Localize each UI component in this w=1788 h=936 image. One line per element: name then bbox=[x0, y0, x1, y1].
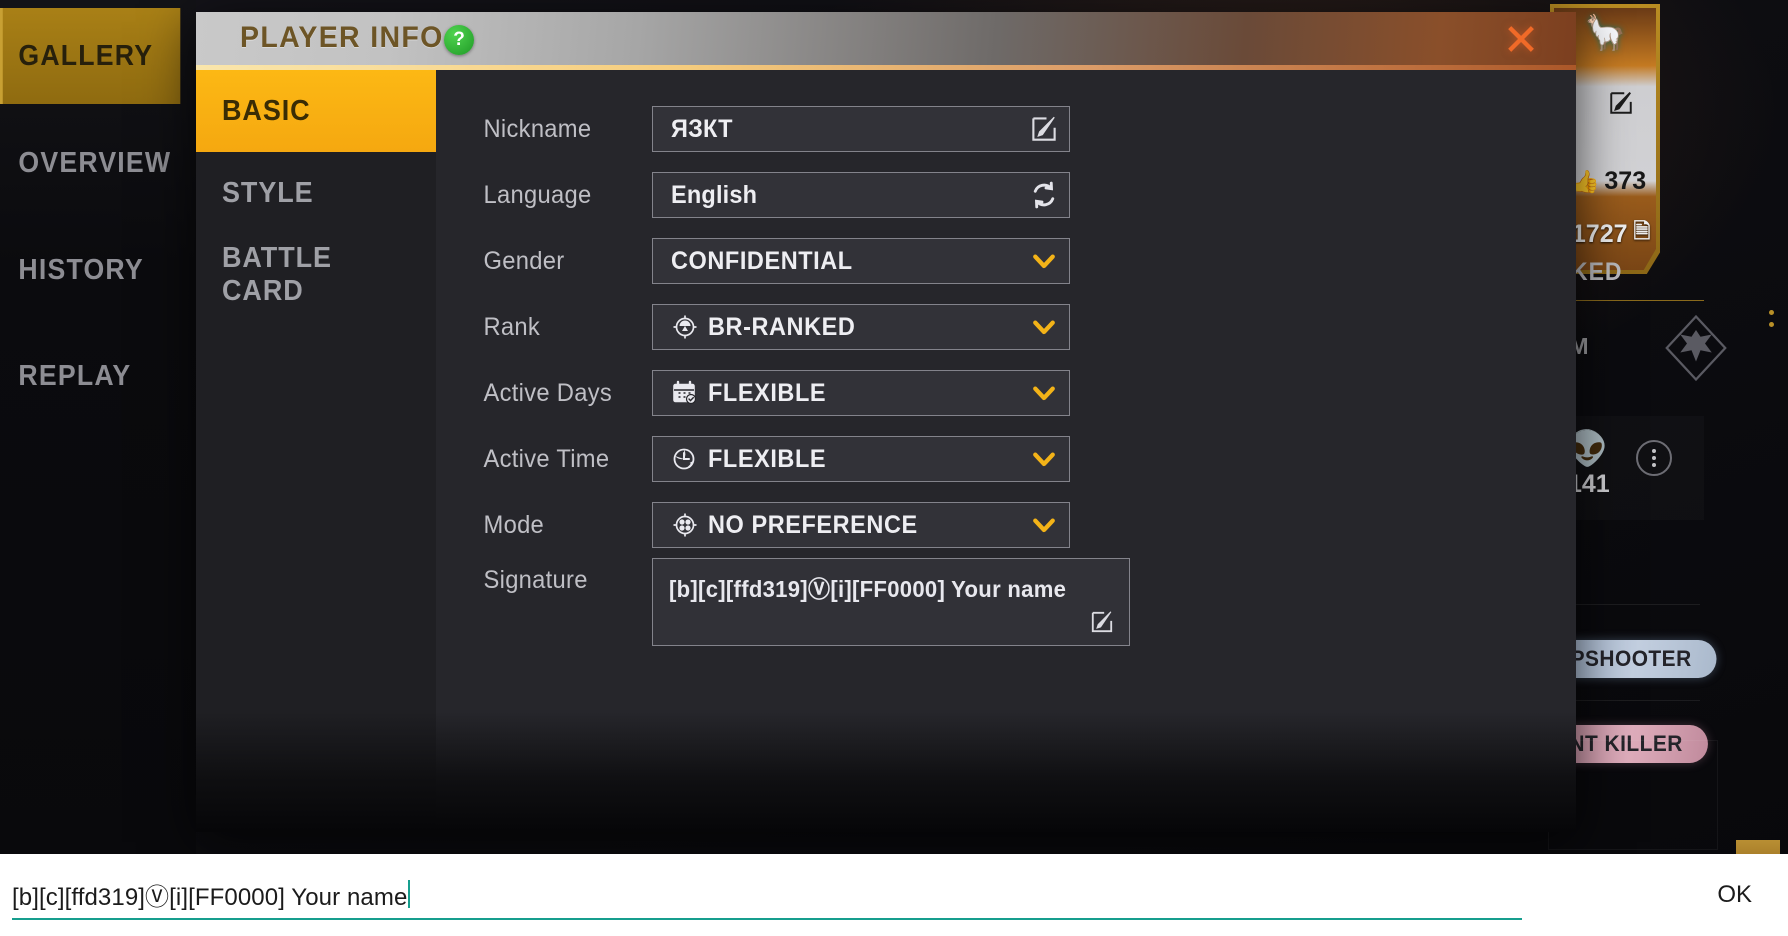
mode-field[interactable]: NO PREFERENCE bbox=[652, 502, 1070, 548]
likes-count: 373 bbox=[1604, 167, 1647, 195]
left-nav-item-gallery[interactable]: GALLERY bbox=[0, 8, 181, 104]
tab-label: BATTLE CARD bbox=[222, 242, 332, 307]
signature-value: [b][c][ffd319]Ⓥ[i][FF0000] Your name bbox=[669, 576, 1067, 602]
tab-style[interactable]: STYLE bbox=[196, 152, 436, 234]
modal-body: BASIC STYLE BATTLE CARD Nickname ЯЗКТ La… bbox=[196, 70, 1576, 832]
edit-icon[interactable] bbox=[1029, 114, 1059, 144]
active-days-field[interactable]: FLEXIBLE bbox=[652, 370, 1070, 416]
close-icon[interactable]: ✕ bbox=[1498, 19, 1544, 64]
edit-icon[interactable] bbox=[1089, 609, 1115, 635]
text-caret bbox=[408, 880, 411, 908]
calendar-check-icon bbox=[671, 379, 699, 407]
refresh-icon[interactable] bbox=[1029, 180, 1059, 210]
left-nav-item-history[interactable]: HISTORY bbox=[0, 222, 180, 318]
left-nav-label: GALLERY bbox=[18, 39, 154, 72]
language-field[interactable]: English bbox=[652, 172, 1070, 218]
signature-label: Signature bbox=[483, 566, 588, 594]
active-time-label: Active Time bbox=[483, 444, 610, 473]
player-info-modal: PLAYER INFO ? ✕ BASIC STYLE BATTLE CARD bbox=[196, 12, 1576, 832]
form-row-mode: Mode NO PREFERENCE bbox=[436, 492, 1576, 558]
app-root: GALLERY OVERVIEW HISTORY REPLAY 🦙 👍 373 … bbox=[0, 0, 1788, 936]
nickname-value: ЯЗКТ bbox=[671, 114, 733, 143]
rank-value: BR-RANKED bbox=[708, 312, 856, 341]
chevron-down-icon[interactable] bbox=[1029, 444, 1059, 474]
eagle-emblem-icon bbox=[1660, 312, 1732, 384]
chevron-down-icon[interactable] bbox=[1029, 312, 1059, 342]
nickname-label: Nickname bbox=[483, 114, 592, 143]
edit-icon[interactable] bbox=[1608, 90, 1634, 116]
form-row-active-days: Active Days FLEXIBLE bbox=[436, 360, 1576, 426]
copy-icon[interactable]: 🗎 bbox=[1634, 217, 1651, 252]
rank-field[interactable]: BR-RANKED bbox=[652, 304, 1070, 350]
nickname-field[interactable]: ЯЗКТ bbox=[652, 106, 1070, 152]
active-days-label: Active Days bbox=[483, 378, 613, 407]
left-navigation: GALLERY OVERVIEW HISTORY REPLAY bbox=[0, 0, 196, 890]
basic-info-form: Nickname ЯЗКТ Language English Gender CO… bbox=[436, 70, 1576, 832]
active-time-value: FLEXIBLE bbox=[708, 444, 827, 473]
scroll-indicator[interactable] bbox=[1769, 310, 1774, 327]
modal-tab-list: BASIC STYLE BATTLE CARD bbox=[196, 70, 436, 832]
active-days-value: FLEXIBLE bbox=[708, 378, 827, 407]
left-nav-label: REPLAY bbox=[18, 359, 132, 392]
clock-icon bbox=[671, 445, 699, 473]
modal-header: PLAYER INFO ? ✕ bbox=[196, 12, 1576, 70]
form-row-nickname: Nickname ЯЗКТ bbox=[436, 96, 1576, 162]
gender-label: Gender bbox=[483, 246, 565, 275]
mode-value: NO PREFERENCE bbox=[708, 510, 918, 539]
language-value: English bbox=[671, 180, 758, 209]
mode-label: Mode bbox=[483, 510, 545, 539]
squad-target-icon bbox=[671, 511, 699, 539]
tab-basic[interactable]: BASIC bbox=[196, 70, 436, 152]
left-nav-item-overview[interactable]: OVERVIEW bbox=[0, 115, 180, 211]
thumbs-up-icon: 👍 bbox=[1572, 168, 1600, 194]
form-row-language: Language English bbox=[436, 162, 1576, 228]
chevron-down-icon[interactable] bbox=[1029, 378, 1059, 408]
ime-input-wrapper[interactable]: [b][c][ffd319]Ⓥ[i][FF0000] Your name bbox=[12, 870, 1522, 920]
ime-input-bar: [b][c][ffd319]Ⓥ[i][FF0000] Your name OK bbox=[0, 854, 1788, 936]
help-icon[interactable]: ? bbox=[444, 25, 474, 55]
likes-counter: 👍 373 bbox=[1572, 167, 1646, 196]
chevron-down-icon[interactable] bbox=[1029, 246, 1059, 276]
tab-battle-card[interactable]: BATTLE CARD bbox=[196, 234, 436, 316]
form-row-gender: Gender CONFIDENTIAL bbox=[436, 228, 1576, 294]
active-time-field[interactable]: FLEXIBLE bbox=[652, 436, 1070, 482]
tab-label: BASIC bbox=[222, 94, 311, 127]
chevron-down-icon[interactable] bbox=[1029, 510, 1059, 540]
dragon-icon: 🦙 bbox=[1584, 14, 1627, 52]
parachute-target-icon bbox=[671, 313, 699, 341]
language-label: Language bbox=[483, 180, 592, 209]
ime-input[interactable]: [b][c][ffd319]Ⓥ[i][FF0000] Your name bbox=[12, 877, 407, 912]
three-dots-icon[interactable] bbox=[1636, 440, 1672, 476]
left-nav-item-replay[interactable]: REPLAY bbox=[0, 328, 180, 424]
form-row-signature: Signature [b][c][ffd319]Ⓥ[i][FF0000] You… bbox=[436, 558, 1576, 668]
ok-button[interactable]: OK bbox=[1717, 881, 1752, 909]
tab-label: STYLE bbox=[222, 176, 314, 209]
left-nav-label: OVERVIEW bbox=[18, 146, 172, 179]
signature-field[interactable]: [b][c][ffd319]Ⓥ[i][FF0000] Your name bbox=[652, 558, 1130, 646]
left-nav-label: HISTORY bbox=[18, 253, 144, 286]
form-row-active-time: Active Time FLEXIBLE bbox=[436, 426, 1576, 492]
gender-field[interactable]: CONFIDENTIAL bbox=[652, 238, 1070, 284]
rank-label: Rank bbox=[483, 312, 541, 341]
gender-value: CONFIDENTIAL bbox=[671, 246, 853, 275]
page-title: PLAYER INFO bbox=[240, 21, 444, 54]
form-row-rank: Rank BR-RANKED bbox=[436, 294, 1576, 360]
